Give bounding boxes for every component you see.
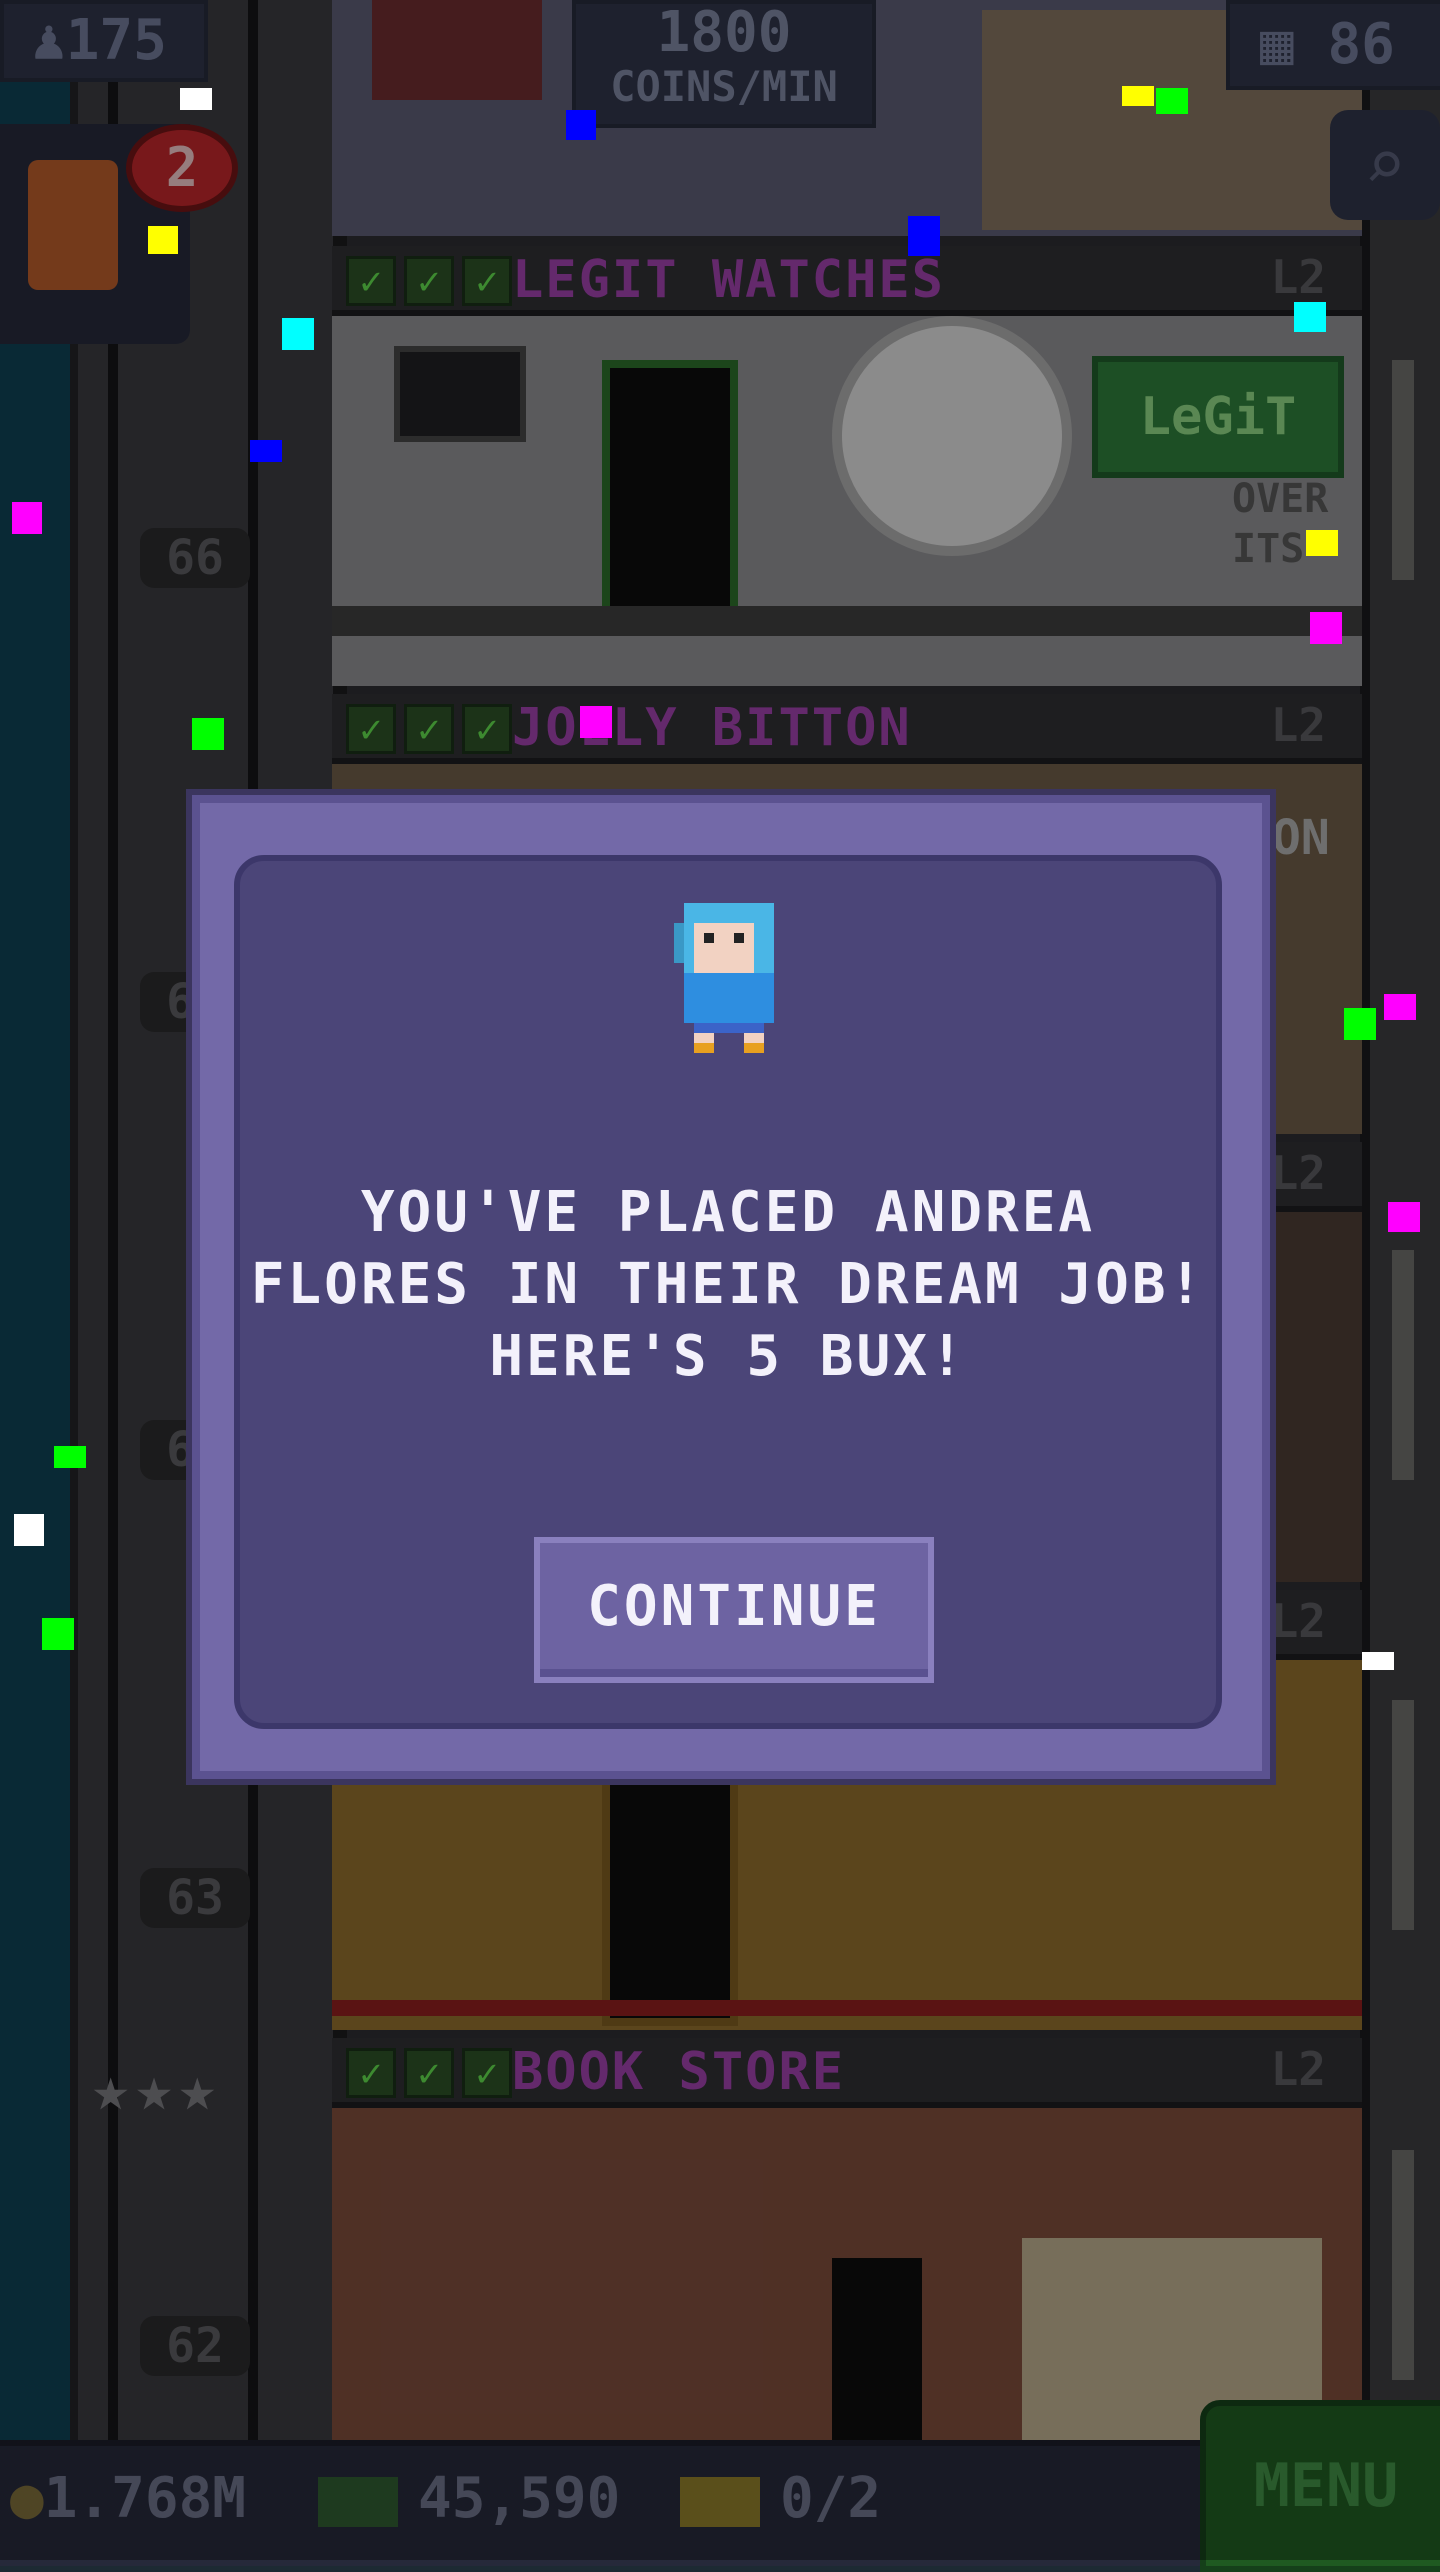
dialog-panel: YOU'VE PLACED ANDREA FLORES IN THEIR DRE… [234, 855, 1222, 1729]
glitch-pixel [192, 718, 224, 750]
glitch-pixel [1388, 1202, 1420, 1232]
glitch-pixel [250, 440, 282, 462]
glitch-pixel [566, 110, 596, 140]
glitch-pixel [580, 706, 612, 738]
glitch-pixel [148, 226, 178, 254]
message-line: FLORES IN THEIR DREAM JOB! [250, 1252, 1206, 1317]
glitch-pixel [42, 1618, 74, 1650]
glitch-pixel [282, 318, 314, 350]
message-line: YOU'VE PLACED ANDREA [360, 1180, 1096, 1245]
glitch-pixel [908, 216, 940, 256]
glitch-pixel [1310, 612, 1342, 644]
continue-button[interactable]: CONTINUE [534, 1537, 934, 1683]
glitch-pixel [14, 1514, 44, 1546]
reward-dialog: YOU'VE PLACED ANDREA FLORES IN THEIR DRE… [192, 795, 1270, 1779]
bitizen-avatar-icon [674, 903, 774, 1053]
glitch-pixel [1306, 530, 1338, 556]
glitch-pixel [1344, 1008, 1376, 1040]
glitch-pixel [1362, 1652, 1394, 1670]
message-line: HERE'S 5 BUX! [489, 1324, 967, 1389]
reward-message: YOU'VE PLACED ANDREA FLORES IN THEIR DRE… [240, 1177, 1216, 1393]
glitch-pixel [1156, 88, 1188, 114]
glitch-pixel [1294, 302, 1326, 332]
glitch-pixel [54, 1446, 86, 1468]
glitch-pixel [180, 88, 212, 110]
glitch-pixel [1122, 86, 1154, 106]
glitch-pixel [12, 502, 42, 534]
glitch-pixel [1384, 994, 1416, 1020]
